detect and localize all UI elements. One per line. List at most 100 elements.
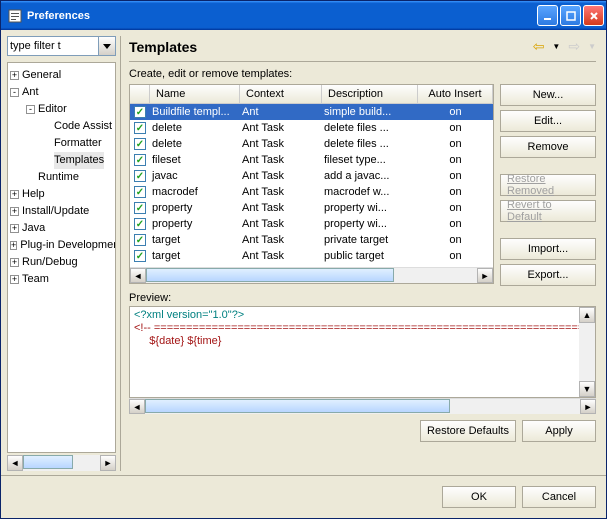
table-row[interactable]: ✓macrodefAnt Taskmacrodef w...on (130, 184, 493, 200)
tree-twist-icon[interactable]: + (10, 190, 19, 199)
cell-context: Ant Task (240, 250, 322, 262)
scroll-right-icon[interactable]: ► (580, 399, 596, 414)
restore-removed-button: Restore Removed (500, 174, 596, 196)
minimize-button[interactable] (537, 5, 558, 26)
scroll-left-icon[interactable]: ◄ (7, 455, 23, 471)
tree-item[interactable]: Runtime (10, 169, 115, 186)
cell-context: Ant Task (240, 234, 322, 246)
scroll-up-icon[interactable]: ▲ (579, 307, 595, 323)
tree-item[interactable]: +Install/Update (10, 203, 115, 220)
cell-autoinsert: on (418, 234, 493, 246)
tree-item-label: Formatter (54, 135, 102, 152)
edit-button[interactable]: Edit... (500, 110, 596, 132)
tree-item[interactable]: -Editor (10, 101, 115, 118)
import-button[interactable]: Import... (500, 238, 596, 260)
tree-twist-icon[interactable]: + (10, 241, 17, 250)
tree-item[interactable]: Formatter (10, 135, 115, 152)
cell-description: delete files ... (322, 138, 418, 150)
scroll-left-icon[interactable]: ◄ (129, 399, 145, 414)
checkbox[interactable]: ✓ (134, 186, 146, 198)
titlebar[interactable]: Preferences (1, 1, 606, 30)
cell-autoinsert: on (418, 138, 493, 150)
tree-item[interactable]: +Help (10, 186, 115, 203)
tree-item-label: Plug-in Development (20, 237, 116, 254)
table-row[interactable]: ✓deleteAnt Taskdelete files ...on (130, 136, 493, 152)
tree-item-label: Code Assist (54, 118, 112, 135)
table-row[interactable]: ✓propertyAnt Taskproperty wi...on (130, 216, 493, 232)
app-icon (7, 8, 23, 24)
tree-item[interactable]: Templates (10, 152, 115, 169)
scroll-down-icon[interactable]: ▼ (579, 381, 595, 397)
table-hscrollbar[interactable]: ◄ ► (130, 267, 493, 283)
preview-hscrollbar[interactable]: ◄ ► (129, 398, 596, 414)
window-title: Preferences (27, 10, 537, 22)
table-row[interactable]: ✓Buildfile templ...Antsimple build...on (130, 104, 493, 120)
tree-item[interactable]: +Plug-in Development (10, 237, 115, 254)
scroll-right-icon[interactable]: ► (100, 455, 116, 471)
tree-twist-icon[interactable]: - (10, 88, 19, 97)
tree-twist-icon[interactable]: - (26, 105, 35, 114)
cell-description: simple build... (322, 106, 418, 118)
cell-autoinsert: on (418, 122, 493, 134)
checkbox[interactable]: ✓ (134, 202, 146, 214)
tree-item[interactable]: -Ant (10, 84, 115, 101)
ok-button[interactable]: OK (442, 486, 516, 508)
tree-item[interactable]: Code Assist (10, 118, 115, 135)
tree-hscrollbar[interactable]: ◄ ► (7, 455, 116, 471)
new-button[interactable]: New... (500, 84, 596, 106)
table-row[interactable]: ✓targetAnt Taskpublic targeton (130, 248, 493, 264)
checkbox[interactable]: ✓ (134, 218, 146, 230)
restore-defaults-button[interactable]: Restore Defaults (420, 420, 516, 442)
checkbox[interactable]: ✓ (134, 170, 146, 182)
checkbox[interactable]: ✓ (134, 106, 146, 118)
table-row[interactable]: ✓propertyAnt Taskproperty wi...on (130, 200, 493, 216)
preview-vscrollbar[interactable]: ▲ ▼ (579, 307, 595, 397)
remove-button[interactable]: Remove (500, 136, 596, 158)
tree-item[interactable]: +Team (10, 271, 115, 288)
checkbox[interactable]: ✓ (134, 154, 146, 166)
table-row[interactable]: ✓javacAnt Taskadd a javac...on (130, 168, 493, 184)
templates-table[interactable]: Name Context Description Auto Insert ✓Bu… (129, 84, 494, 284)
tree-item-label: Help (22, 186, 45, 203)
cell-description: property wi... (322, 218, 418, 230)
tree-twist-icon[interactable]: + (10, 275, 19, 284)
cancel-button[interactable]: Cancel (522, 486, 596, 508)
tree-item[interactable]: +Run/Debug (10, 254, 115, 271)
cell-autoinsert: on (418, 154, 493, 166)
tree-twist-icon[interactable]: + (10, 224, 19, 233)
tree-twist-icon[interactable]: + (10, 71, 19, 80)
cell-description: private target (322, 234, 418, 246)
tree-item[interactable]: +General (10, 67, 115, 84)
close-button[interactable] (583, 5, 604, 26)
col-description[interactable]: Description (322, 85, 418, 103)
checkbox[interactable]: ✓ (134, 234, 146, 246)
tree-item[interactable]: +Java (10, 220, 115, 237)
cell-context: Ant Task (240, 154, 322, 166)
back-menu-icon[interactable]: ▼ (552, 42, 560, 51)
table-row[interactable]: ✓deleteAnt Taskdelete files ...on (130, 120, 493, 136)
col-name[interactable]: Name (150, 85, 240, 103)
maximize-button[interactable] (560, 5, 581, 26)
filter-input[interactable] (7, 36, 99, 56)
cell-autoinsert: on (418, 170, 493, 182)
col-context[interactable]: Context (240, 85, 322, 103)
tree-twist-icon[interactable]: + (10, 207, 19, 216)
apply-button[interactable]: Apply (522, 420, 596, 442)
table-row[interactable]: ✓targetAnt Taskprivate targeton (130, 232, 493, 248)
cell-autoinsert: on (418, 106, 493, 118)
checkbox[interactable]: ✓ (134, 122, 146, 134)
scroll-right-icon[interactable]: ► (477, 268, 493, 283)
filter-dropdown-button[interactable] (99, 36, 116, 56)
tree-twist-icon[interactable]: + (10, 258, 19, 267)
col-autoinsert[interactable]: Auto Insert (418, 85, 493, 103)
export-button[interactable]: Export... (500, 264, 596, 286)
table-row[interactable]: ✓filesetAnt Taskfileset type...on (130, 152, 493, 168)
checkbox[interactable]: ✓ (134, 138, 146, 150)
nav-back-icon[interactable]: ⇦ (533, 38, 545, 55)
checkbox[interactable]: ✓ (134, 250, 146, 262)
cell-context: Ant (240, 106, 322, 118)
table-header[interactable]: Name Context Description Auto Insert (130, 85, 493, 104)
scroll-left-icon[interactable]: ◄ (130, 268, 146, 283)
preferences-tree[interactable]: +General-Ant-EditorCode AssistFormatterT… (7, 62, 116, 453)
cell-description: delete files ... (322, 122, 418, 134)
